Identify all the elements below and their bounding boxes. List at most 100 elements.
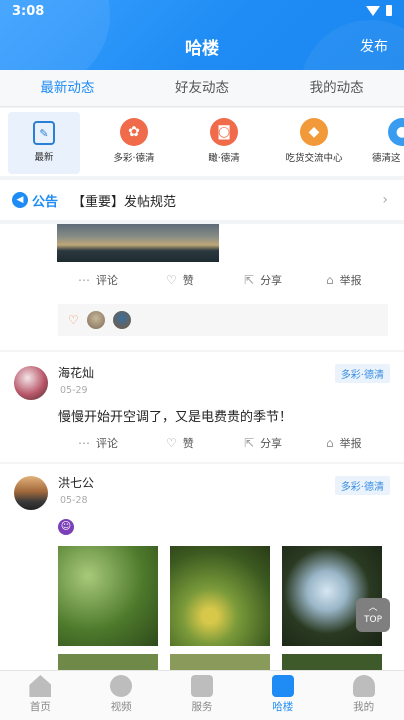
nav-label: 首页	[29, 701, 51, 713]
heart-icon: ♡	[166, 436, 177, 450]
post-card: ⋯ 评论 ♡ 赞 ⇱ 分享 ⌂ 举报 ♡	[0, 224, 404, 350]
user-icon	[352, 675, 375, 697]
nav-mine[interactable]: 我的	[323, 671, 404, 720]
top-label: TOP	[363, 615, 382, 625]
feed-tabs: 最新动态 好友动态 我的动态	[0, 70, 404, 107]
play-icon	[110, 675, 133, 697]
category-duocai[interactable]: ✿ 多彩·德清	[98, 112, 170, 174]
post-card: 海花灿 05-29 多彩·德清 慢慢开始开空调了，又是电费贵的季节！ ⋯ 评论 ♡…	[0, 352, 404, 462]
category-deqing[interactable]: ● 德清这	[368, 112, 404, 174]
post-content[interactable]: 慢慢开始开空调了，又是电费贵的季节！	[58, 406, 292, 425]
category-label: 最新	[34, 152, 54, 163]
comment-button[interactable]: ⋯ 评论	[78, 435, 118, 451]
status-icons	[366, 5, 392, 16]
category-label: 德清这	[372, 153, 401, 164]
comment-icon: ⋯	[78, 436, 90, 450]
avatar[interactable]	[14, 476, 48, 510]
category-strip: ✎ 最新 ✿ 多彩·德清 ◙ 瞰·德清 ◆ 吃货交流中心 ● 德清这	[0, 108, 404, 176]
share-label: 分享	[260, 274, 283, 287]
avatar[interactable]	[14, 366, 48, 400]
page-title: 哈楼	[185, 39, 219, 59]
status-time: 3:08	[12, 4, 45, 19]
comment-label: 评论	[96, 274, 118, 287]
share-button[interactable]: ⇱ 分享	[244, 272, 282, 288]
post-photo[interactable]	[58, 654, 158, 670]
share-icon: ⇱	[244, 273, 255, 287]
likes-box: ♡	[58, 304, 388, 336]
post-card: 洪七公 05-28 多彩·德清 ☺	[0, 464, 404, 670]
scroll-top-button[interactable]: ︿ TOP	[356, 598, 390, 632]
tab-mine[interactable]: 我的动态	[269, 70, 404, 106]
devil-emoji-icon: ☺	[58, 519, 74, 535]
feed-list[interactable]: ⋯ 评论 ♡ 赞 ⇱ 分享 ⌂ 举报 ♡ 海花灿 05-29 多彩·德清 慢慢开始开空调…	[0, 224, 404, 670]
nav-label: 哈楼	[272, 701, 294, 713]
category-label: 吃货交流中心	[285, 153, 343, 164]
wifi-icon	[366, 5, 380, 16]
publish-button[interactable]: 发布	[360, 36, 388, 56]
report-label: 举报	[339, 437, 362, 450]
post-date: 05-28	[60, 495, 88, 506]
food-icon: ◆	[300, 118, 328, 146]
avatar[interactable]	[112, 311, 131, 329]
report-button[interactable]: ⌂ 举报	[326, 435, 362, 451]
chevron-right-icon: ›	[382, 192, 388, 208]
like-button[interactable]: ♡ 赞	[166, 272, 194, 288]
nav-service[interactable]: 服务	[162, 671, 243, 720]
megaphone-icon: ◀	[12, 192, 28, 208]
like-button[interactable]: ♡ 赞	[166, 435, 194, 451]
post-tag[interactable]: 多彩·德清	[334, 364, 390, 383]
comment-icon: ⋯	[78, 273, 90, 287]
post-image[interactable]	[57, 224, 219, 262]
notice-bar[interactable]: ◀ 公告 【重要】发帖规范 ›	[0, 180, 404, 220]
like-label: 赞	[182, 274, 194, 287]
tab-friends[interactable]: 好友动态	[135, 70, 270, 106]
halou-icon	[271, 675, 294, 697]
notice-text: 【重要】发帖规范	[72, 194, 177, 210]
share-button[interactable]: ⇱ 分享	[244, 435, 282, 451]
category-food[interactable]: ◆ 吃货交流中心	[278, 112, 350, 174]
post-actions: ⋯ 评论 ♡ 赞 ⇱ 分享 ⌂ 举报	[0, 272, 404, 294]
nav-video[interactable]: 视频	[81, 671, 162, 720]
post-username[interactable]: 洪七公	[58, 474, 94, 491]
notice-badge-label: 公告	[32, 194, 59, 210]
heart-icon: ♡	[166, 273, 177, 287]
heart-icon: ♡	[68, 313, 79, 327]
report-button[interactable]: ⌂ 举报	[326, 272, 362, 288]
post-photo[interactable]	[170, 546, 270, 646]
report-label: 举报	[339, 274, 362, 287]
nav-label: 服务	[191, 701, 213, 713]
clipboard-icon: ✎	[33, 121, 55, 145]
home-icon	[29, 675, 52, 697]
post-photo[interactable]	[170, 654, 270, 670]
nav-label: 视频	[110, 701, 132, 713]
report-icon: ⌂	[326, 436, 334, 450]
category-label: 瞰·德清	[208, 153, 240, 164]
topic-icon: ●	[388, 118, 404, 146]
palette-icon: ✿	[120, 118, 148, 146]
battery-icon	[386, 5, 392, 16]
nav-home[interactable]: 首页	[0, 671, 81, 720]
post-tag[interactable]: 多彩·德清	[334, 476, 390, 495]
post-photo[interactable]	[282, 654, 382, 670]
category-kan[interactable]: ◙ 瞰·德清	[188, 112, 260, 174]
post-photo[interactable]	[58, 546, 158, 646]
category-label: 多彩·德清	[113, 153, 155, 164]
app-header: 3:08 哈楼 发布	[0, 0, 404, 70]
post-actions: ⋯ 评论 ♡ 赞 ⇱ 分享 ⌂ 举报	[0, 435, 404, 457]
report-icon: ⌂	[326, 273, 334, 287]
category-latest[interactable]: ✎ 最新	[8, 112, 80, 174]
grid-icon	[190, 675, 213, 697]
post-username[interactable]: 海花灿	[58, 364, 94, 381]
tab-latest[interactable]: 最新动态	[0, 70, 135, 106]
avatar[interactable]	[86, 311, 105, 329]
comment-label: 评论	[96, 437, 118, 450]
notice-badge: ◀ 公告	[12, 191, 58, 210]
share-icon: ⇱	[244, 436, 255, 450]
chevron-up-icon: ︿	[368, 603, 378, 613]
nav-halou[interactable]: 哈楼	[242, 671, 323, 720]
like-label: 赞	[182, 437, 194, 450]
comment-button[interactable]: ⋯ 评论	[78, 272, 118, 288]
share-label: 分享	[260, 437, 283, 450]
camera-icon: ◙	[210, 118, 238, 146]
bottom-navigation: 首页 视频 服务 哈楼 我的	[0, 670, 404, 720]
